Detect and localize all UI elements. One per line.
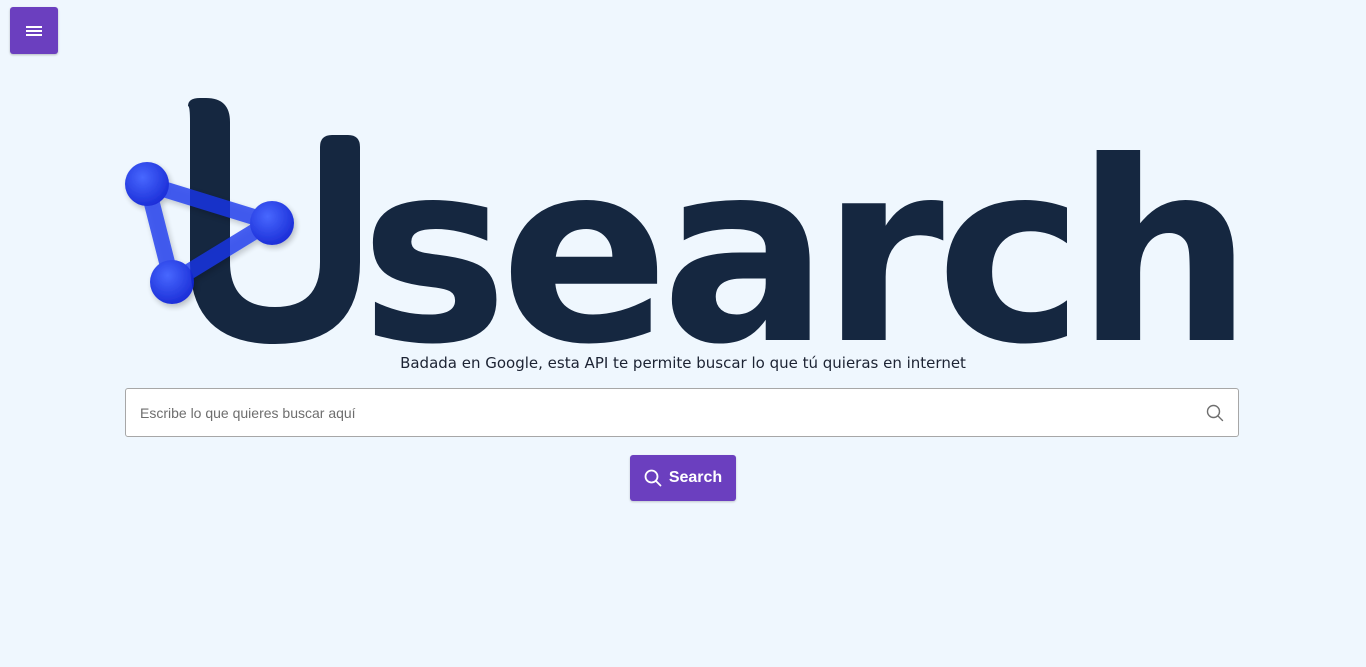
search-icon <box>644 469 662 487</box>
menu-button[interactable] <box>10 7 58 54</box>
search-box <box>125 388 1239 437</box>
tagline: Badada en Google, esta API te permite bu… <box>400 354 966 372</box>
search-button-label: Search <box>668 469 723 486</box>
search-button[interactable]: Search <box>630 455 736 501</box>
search-icon <box>1206 404 1224 422</box>
logo-letters-search: search <box>360 108 1245 348</box>
search-input[interactable] <box>126 389 1186 436</box>
hamburger-menu-icon <box>26 25 42 36</box>
page: search Badada en Google, esta API te per… <box>0 0 1366 667</box>
usearch-logo-graphic: search <box>125 98 1245 348</box>
usearch-logo: search <box>120 98 1245 348</box>
